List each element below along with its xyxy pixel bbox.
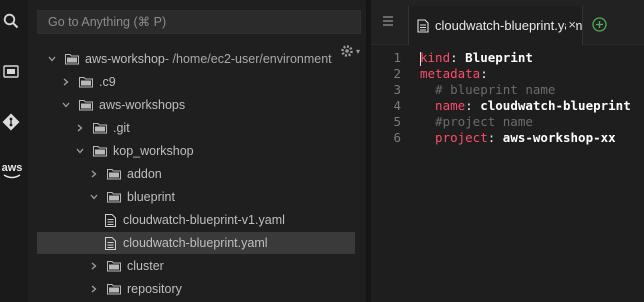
chevron-down-icon[interactable]: [61, 100, 71, 110]
code-text: metadata:: [420, 66, 488, 82]
yaml-value: cloudwatch-blueprint: [480, 98, 631, 113]
tree-item-label: aws-workshop: [85, 52, 165, 66]
file-icon: [103, 236, 117, 250]
code-line[interactable]: 5 #project name: [371, 114, 644, 130]
line-number: 1: [393, 50, 401, 65]
file-icon: [417, 18, 429, 33]
yaml-colon: :: [450, 50, 466, 65]
code-line[interactable]: 6 project: aws-workshop-xx: [371, 130, 644, 146]
editor-pane: cloudwatch-blueprint.yaml × 1 kind: Bluep…: [371, 0, 644, 302]
yaml-colon: :: [487, 130, 503, 145]
folder-icon: [107, 282, 121, 296]
tree-item-label: cluster: [127, 259, 164, 273]
code-text: kind: Blueprint: [420, 50, 533, 66]
git-icon[interactable]: [0, 111, 22, 133]
folder-icon: [93, 144, 107, 158]
line-number: 2: [393, 66, 401, 81]
workspace-path: - /home/ec2-user/environment: [164, 52, 332, 66]
chevron-right-icon[interactable]: [89, 169, 99, 179]
aws-icon[interactable]: aws: [0, 160, 24, 182]
tab-cloudwatch-blueprint[interactable]: cloudwatch-blueprint.yaml ×: [408, 6, 583, 45]
line-number: 3: [393, 82, 401, 97]
yaml-key: metadata: [420, 66, 481, 81]
tree-item-label: repository: [127, 282, 182, 296]
search-icon[interactable]: [0, 10, 22, 32]
chevron-right-icon[interactable]: [89, 261, 99, 271]
chevron-down-icon: ▾: [356, 46, 361, 56]
tree-folder-row[interactable]: .git: [37, 117, 355, 139]
files-icon[interactable]: [0, 60, 22, 82]
tree-item-label: aws-workshops: [99, 98, 186, 112]
folder-icon: [107, 259, 121, 273]
tree-file-row[interactable]: cloudwatch-blueprint.yaml: [37, 232, 355, 254]
folder-icon: [107, 190, 121, 204]
folder-icon: [93, 121, 107, 135]
file-tree-panel: ▾ aws-workshop - /home/ec2-user/environm…: [28, 0, 366, 302]
folder-icon: [65, 52, 79, 66]
code-line[interactable]: 2 metadata:: [371, 66, 644, 82]
code-text: name: cloudwatch-blueprint: [420, 98, 631, 114]
code-line[interactable]: 3 # blueprint name: [371, 82, 644, 98]
code-text: project: aws-workshop-xx: [420, 130, 616, 146]
tree-item-label: .c9: [99, 75, 116, 89]
tree-item-label: blueprint: [127, 190, 175, 204]
code-line[interactable]: 4 name: cloudwatch-blueprint: [371, 98, 644, 114]
folder-icon: [79, 75, 93, 89]
file-icon: [103, 213, 117, 227]
tab-bar: cloudwatch-blueprint.yaml ×: [371, 0, 644, 45]
go-to-anything-input[interactable]: [37, 10, 361, 34]
tree-folder-row[interactable]: cluster: [37, 255, 355, 277]
yaml-comment: #project name: [420, 114, 533, 129]
tree-item-label: cloudwatch-blueprint-v1.yaml: [123, 213, 285, 227]
code-text: #project name: [420, 114, 533, 130]
chevron-down-icon[interactable]: [75, 146, 85, 156]
tree-item-label: cloudwatch-blueprint.yaml: [123, 236, 268, 250]
chevron-right-icon[interactable]: [75, 123, 85, 133]
line-number: 4: [393, 98, 401, 113]
tree-folder-row[interactable]: aws-workshop - /home/ec2-user/environmen…: [37, 48, 355, 70]
tree-folder-row[interactable]: .c9: [37, 71, 355, 93]
tree-folder-row[interactable]: kop_workshop: [37, 140, 355, 162]
folder-icon: [79, 98, 93, 112]
tree-item-label: kop_workshop: [113, 144, 194, 158]
yaml-colon: :: [480, 66, 488, 81]
yaml-comment: # blueprint name: [420, 82, 556, 97]
code-text: # blueprint name: [420, 82, 555, 98]
chevron-right-icon[interactable]: [89, 284, 99, 294]
chevron-right-icon[interactable]: [61, 77, 71, 87]
yaml-value: Blueprint: [465, 50, 533, 65]
chevron-down-icon[interactable]: [89, 192, 99, 202]
yaml-colon: :: [465, 98, 481, 113]
aws-label: aws: [1, 161, 23, 174]
tree-folder-row[interactable]: blueprint: [37, 186, 355, 208]
tree-folder-row[interactable]: addon: [37, 163, 355, 185]
tree-folder-row[interactable]: repository: [37, 278, 355, 300]
yaml-key: project: [420, 130, 488, 145]
line-number: 5: [393, 114, 401, 129]
tab-label: cloudwatch-blueprint.yaml: [435, 18, 582, 33]
text-cursor: [420, 52, 421, 66]
yaml-key: kind: [420, 50, 451, 65]
folder-icon: [107, 167, 121, 181]
yaml-value: aws-workshop-xx: [502, 130, 616, 145]
tree-item-label: .git: [113, 121, 130, 135]
tree-file-row[interactable]: cloudwatch-blueprint-v1.yaml: [37, 209, 355, 231]
yaml-key: name: [420, 98, 466, 113]
tree-item-label: addon: [127, 167, 162, 181]
chevron-down-icon[interactable]: [47, 54, 57, 64]
code-line[interactable]: 1 kind: Blueprint: [371, 50, 644, 66]
activity-bar: aws: [0, 0, 28, 302]
tree-folder-row[interactable]: aws-workshops: [37, 94, 355, 116]
close-icon[interactable]: ×: [566, 18, 576, 31]
add-tab-icon[interactable]: [592, 17, 607, 32]
ide-window: aws ▾ aws-workshop - /home/ec2-user/envi…: [0, 0, 644, 302]
tab-menu-icon[interactable]: [381, 14, 397, 30]
line-number: 6: [393, 130, 401, 145]
